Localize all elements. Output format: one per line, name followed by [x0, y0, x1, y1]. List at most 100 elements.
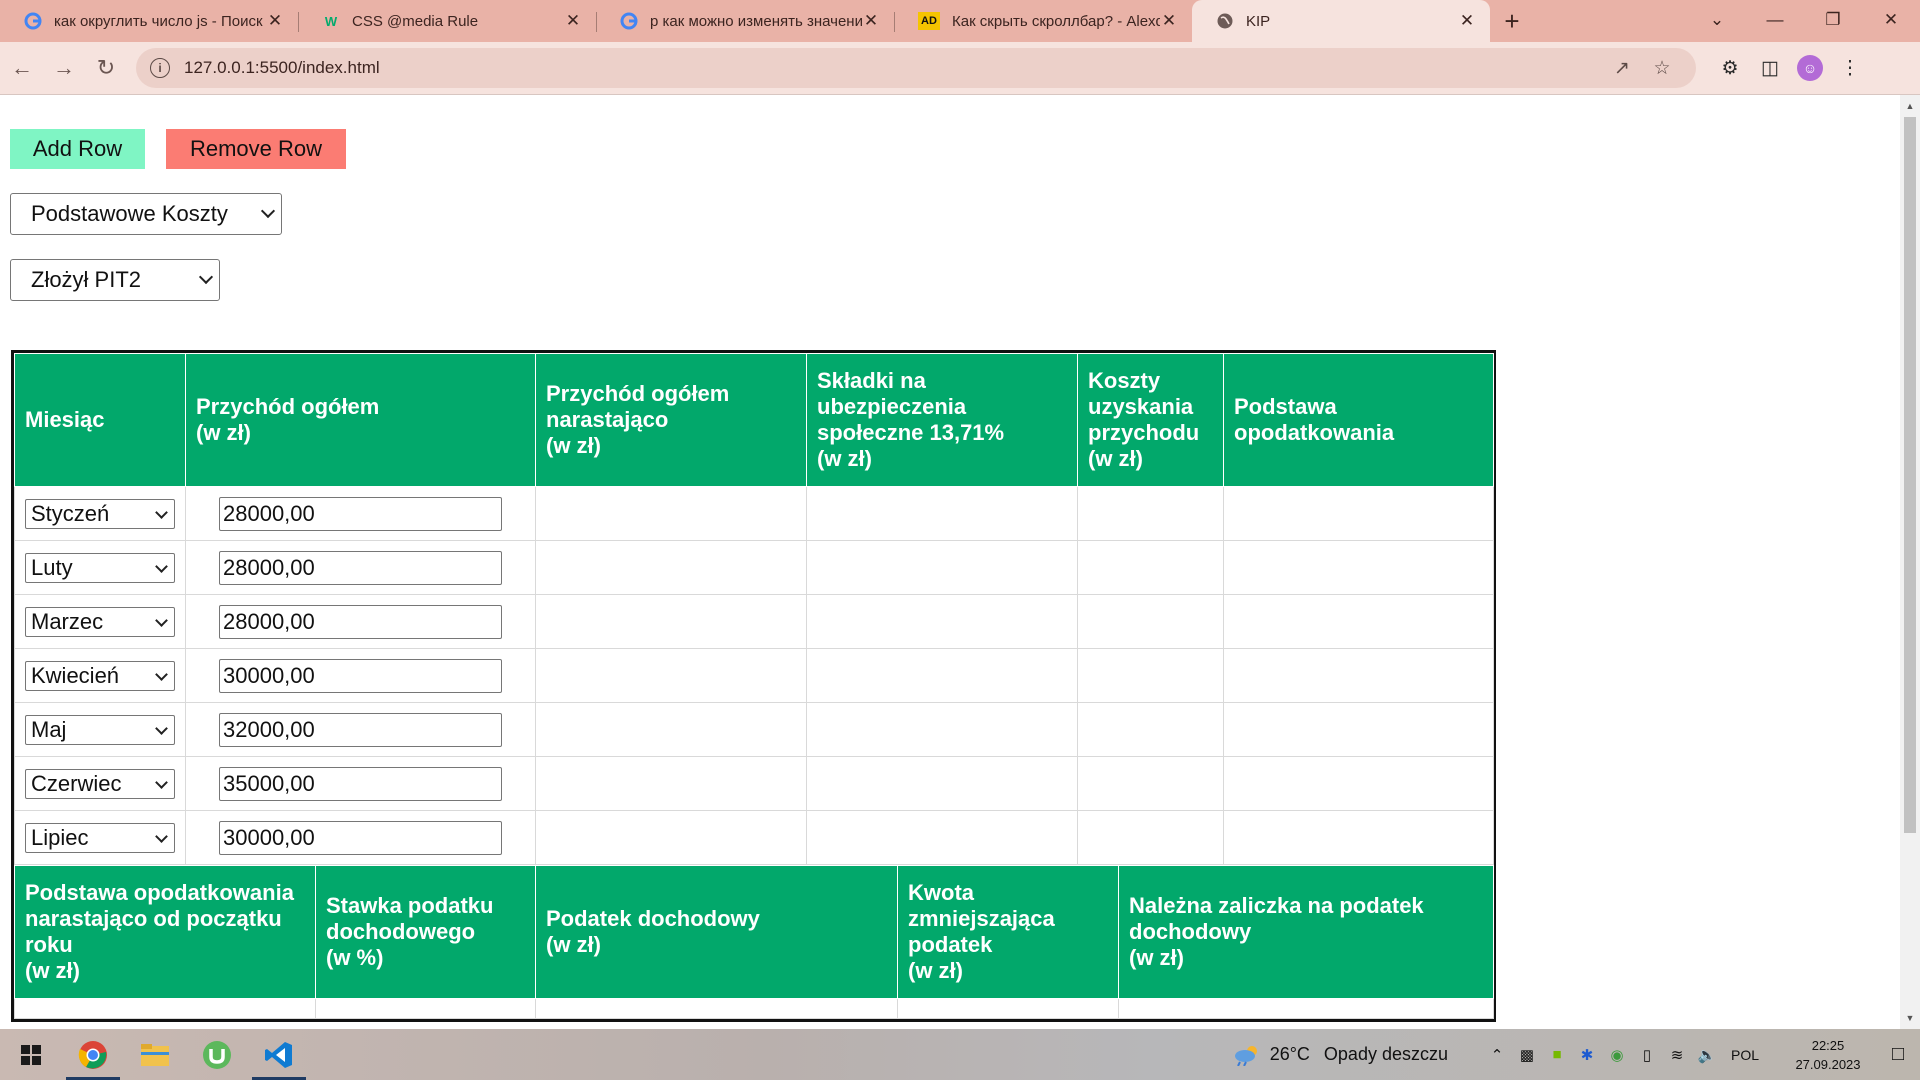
table-cell — [1118, 998, 1494, 1019]
income-cell: 28000,00 — [185, 540, 536, 595]
month-select[interactable]: Czerwiec — [25, 768, 175, 799]
tax-table: Miesiąc Przychód ogółem (w zł) Przychód ogó… — [11, 350, 1496, 1022]
profile-avatar[interactable]: ☺ — [1797, 55, 1823, 81]
bookmark-star-icon[interactable]: ☆ — [1642, 57, 1682, 80]
windows-logo-icon — [21, 1044, 41, 1065]
tab-title: CSS @media Rule — [352, 12, 479, 30]
income-input[interactable]: 28000,00 — [219, 550, 502, 585]
pit2-select[interactable]: Złożył PIT2 — [10, 259, 220, 301]
vscode-taskbar-icon[interactable] — [248, 1029, 310, 1080]
side-panel-icon[interactable]: ◫ — [1750, 57, 1790, 80]
address-bar[interactable]: i 127.0.0.1:5500/index.html ↗ ☆ — [136, 48, 1696, 88]
utorrent-taskbar-icon[interactable] — [186, 1029, 248, 1080]
browser-tab[interactable]: AD Как скрыть скроллбар? - Alexd ✕ — [894, 0, 1192, 42]
extensions-icon[interactable]: ⚙ — [1710, 57, 1750, 80]
url-text[interactable]: 127.0.0.1:5500/index.html — [184, 58, 1602, 78]
minimize-icon[interactable]: — — [1746, 0, 1804, 40]
chrome-taskbar-icon[interactable] — [62, 1029, 124, 1080]
language-indicator[interactable]: POL — [1722, 1047, 1768, 1063]
month-cell: Lipiec — [14, 810, 186, 865]
close-tab-icon[interactable]: ✕ — [862, 11, 880, 31]
scroll-up-icon[interactable]: ▲ — [1900, 97, 1920, 115]
restore-icon[interactable]: ❐ — [1804, 0, 1862, 40]
cumulative-income-cell — [535, 756, 807, 811]
month-select[interactable]: Kwiecień — [25, 660, 175, 691]
remove-row-button[interactable]: Remove Row — [166, 129, 346, 169]
nvidia-icon[interactable]: ■ — [1542, 1046, 1572, 1063]
start-button[interactable] — [0, 1029, 62, 1080]
income-input[interactable]: 28000,00 — [219, 496, 502, 531]
site-info-icon[interactable]: i — [150, 58, 170, 78]
browser-menu-icon[interactable]: ⋮ — [1830, 57, 1870, 80]
close-tab-icon[interactable]: ✕ — [1458, 11, 1476, 31]
meet-icon[interactable]: ▩ — [1512, 1046, 1542, 1064]
koszty-select-value: Podstawowe Koszty — [31, 201, 228, 226]
wifi-icon[interactable]: ≋ — [1662, 1046, 1692, 1064]
month-select[interactable]: Lipiec — [25, 822, 175, 853]
pit2-select-value: Złożył PIT2 — [31, 267, 142, 292]
weather-description: Opady deszczu — [1323, 1044, 1448, 1064]
month-select-value: Maj — [31, 716, 67, 742]
cumulative-income-cell — [535, 648, 807, 703]
close-window-icon[interactable]: ✕ — [1862, 0, 1920, 40]
column-header-line: (w zł) — [546, 433, 601, 458]
weather-widget[interactable]: 26°C Opady deszczu — [1232, 1044, 1448, 1066]
window-controls: ⌄ — ❐ ✕ — [1688, 0, 1920, 40]
income-input[interactable]: 32000,00 — [219, 712, 502, 747]
back-icon[interactable]: ← — [2, 48, 42, 88]
income-input[interactable]: 30000,00 — [219, 820, 502, 855]
close-tab-icon[interactable]: ✕ — [564, 11, 582, 31]
column-header-line: Stawka podatku — [326, 893, 494, 918]
month-select[interactable]: Maj — [25, 714, 175, 745]
forward-icon[interactable]: → — [44, 48, 84, 88]
new-tab-button[interactable]: + — [1490, 0, 1534, 42]
chevron-down-icon — [155, 667, 168, 681]
battery-icon[interactable]: ▯ — [1632, 1046, 1662, 1064]
income-input[interactable]: 35000,00 — [219, 766, 502, 801]
income-table: Miesiąc Przychód ogółem (w zł) Przychód ogó… — [14, 353, 1494, 865]
browser-tab[interactable]: р как можно изменять значени ✕ — [596, 0, 894, 42]
month-select[interactable]: Luty — [25, 552, 175, 583]
column-header: Przychód ogółem narastająco (w zł) — [535, 353, 807, 487]
share-icon[interactable]: ↗ — [1602, 57, 1642, 80]
column-header-line: Przychód ogółem — [546, 381, 730, 406]
income-input[interactable]: 30000,00 — [219, 658, 502, 693]
browser-tab[interactable]: W CSS @media Rule ✕ — [298, 0, 596, 42]
add-row-button[interactable]: Add Row — [10, 129, 145, 169]
utorrent-tray-icon[interactable]: ◉ — [1602, 1046, 1632, 1064]
income-input[interactable]: 28000,00 — [219, 604, 502, 639]
table-row — [14, 998, 1494, 1019]
scrollbar-thumb[interactable] — [1904, 117, 1916, 833]
table-row: Luty 28000,00 — [14, 540, 1494, 595]
tab-search-icon[interactable]: ⌄ — [1688, 0, 1746, 40]
browser-tab-active[interactable]: KIP ✕ — [1192, 0, 1490, 42]
cumulative-income-cell — [535, 540, 807, 595]
notifications-icon[interactable]: □ — [1876, 1043, 1920, 1066]
browser-tab[interactable]: как округлить число js - Поиск ✕ — [0, 0, 298, 42]
column-header: Składki na ubezpieczenia społeczne 13,71%(… — [806, 353, 1078, 487]
income-cell: 35000,00 — [185, 756, 536, 811]
clock-time: 22:25 — [1811, 1037, 1845, 1053]
cumulative-income-cell — [535, 702, 807, 757]
close-tab-icon[interactable]: ✕ — [266, 11, 284, 31]
browser-toolbar: ← → ↻ i 127.0.0.1:5500/index.html ↗ ☆ ⚙ … — [0, 42, 1920, 95]
volume-icon[interactable]: 🔈 — [1692, 1046, 1722, 1064]
clock[interactable]: 22:25 27.09.2023 — [1780, 1036, 1876, 1074]
page-scrollbar[interactable]: ▲ ▼ — [1900, 95, 1920, 1029]
close-tab-icon[interactable]: ✕ — [1160, 11, 1178, 31]
koszty-select[interactable]: Podstawowe Koszty — [10, 193, 282, 235]
chevron-down-icon — [155, 613, 168, 627]
reload-icon[interactable]: ↻ — [86, 48, 126, 88]
column-header-line: Składki na — [817, 368, 926, 393]
costs-cell — [1077, 756, 1224, 811]
tab-title: р как можно изменять значени — [650, 12, 862, 30]
bluetooth-icon[interactable]: ✱ — [1572, 1046, 1602, 1064]
column-header: Miesiąc — [14, 353, 186, 487]
column-header: Koszty uzyskania przychodu (w zł) — [1077, 353, 1224, 487]
file-explorer-taskbar-icon[interactable] — [124, 1029, 186, 1080]
scroll-down-icon[interactable]: ▼ — [1900, 1009, 1920, 1027]
month-select[interactable]: Marzec — [25, 606, 175, 637]
show-hidden-icons-icon[interactable]: ⌃ — [1482, 1046, 1512, 1064]
month-select[interactable]: Styczeń — [25, 498, 175, 529]
column-header-line: Przychód ogółem — [196, 394, 380, 419]
